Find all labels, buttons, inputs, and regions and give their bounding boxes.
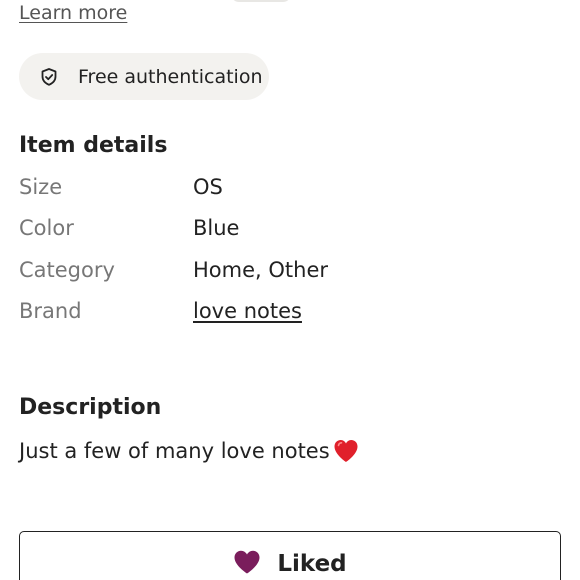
- details-row-color: Color Blue: [19, 216, 559, 246]
- brand-label: Brand: [19, 299, 82, 323]
- category-label: Category: [19, 258, 115, 282]
- brand-link[interactable]: love notes: [193, 299, 302, 323]
- description-text: Just a few of many love notes: [19, 439, 330, 463]
- liked-button-label: Liked: [277, 551, 347, 577]
- shield-check-icon: [39, 67, 59, 87]
- category-value: Home, Other: [193, 258, 328, 282]
- details-row-category: Category Home, Other: [19, 258, 559, 288]
- item-details-heading: Item details: [19, 133, 168, 158]
- top-pill-button[interactable]: [231, 0, 291, 2]
- description-text-line: Just a few of many love notes: [19, 437, 360, 465]
- heart-icon: [233, 549, 261, 575]
- size-label: Size: [19, 175, 63, 199]
- liked-button[interactable]: Liked: [19, 531, 561, 580]
- free-authentication-label: Free authentication: [78, 65, 263, 88]
- details-row-size: Size OS: [19, 175, 559, 205]
- size-value: OS: [193, 175, 223, 199]
- red-heart-icon: [332, 437, 360, 465]
- color-label: Color: [19, 216, 74, 240]
- color-value: Blue: [193, 216, 240, 240]
- listing-details-page: Learn more Free authentication Item deta…: [0, 0, 580, 580]
- free-authentication-badge: Free authentication: [19, 53, 269, 100]
- details-row-brand: Brand love notes: [19, 299, 559, 329]
- description-heading: Description: [19, 395, 162, 420]
- learn-more-link[interactable]: Learn more: [19, 2, 127, 24]
